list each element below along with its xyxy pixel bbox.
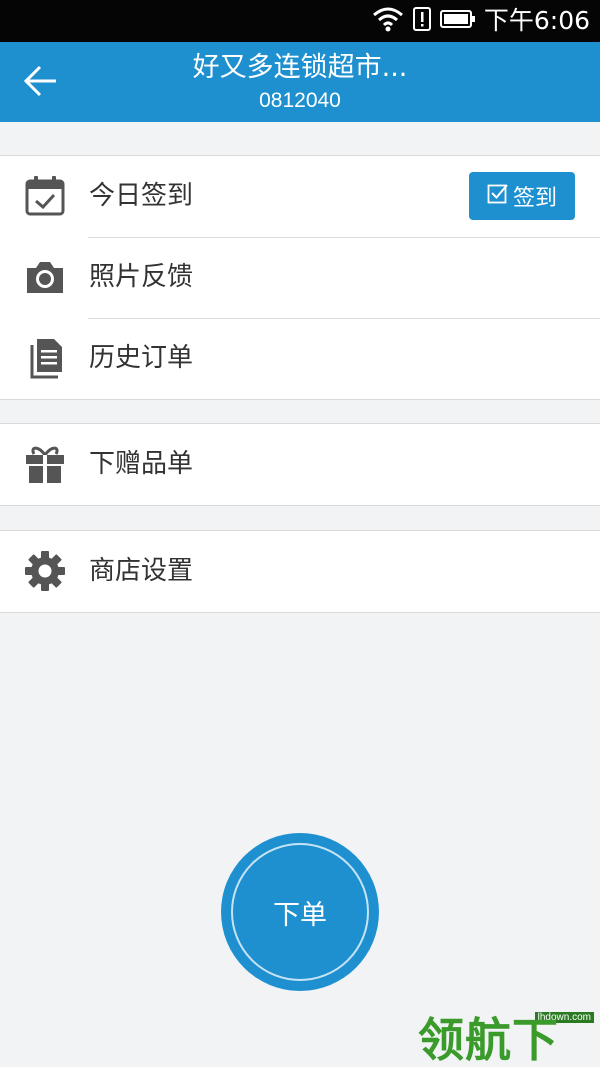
- gear-icon: [24, 550, 66, 592]
- menu-item-label: 今日签到: [89, 181, 194, 211]
- menu-item-label: 历史订单: [89, 343, 194, 373]
- place-order-button[interactable]: 下单: [221, 833, 379, 991]
- gift-icon: [24, 443, 66, 485]
- document-icon: [24, 337, 66, 379]
- place-order-label: 下单: [273, 899, 327, 931]
- page-title: 好又多连锁超市...: [192, 52, 408, 83]
- store-code: 0812040: [259, 89, 341, 112]
- checkbox-icon: [487, 182, 509, 210]
- checkin-button-label: 签到: [512, 186, 557, 211]
- status-icons: 下午6:06: [372, 0, 590, 42]
- menu-group-main: 今日签到 签到 照片反馈 历史订单: [0, 155, 600, 400]
- menu-group-settings: 商店设置: [0, 530, 600, 613]
- app-header: 好又多连锁超市... 0812040: [0, 42, 600, 122]
- status-bar: 下午6:06: [0, 0, 600, 42]
- menu-item-label: 照片反馈: [89, 262, 194, 292]
- menu-item-order-history[interactable]: 历史订单: [0, 318, 600, 399]
- menu-item-photo-feedback[interactable]: 照片反馈: [0, 237, 600, 318]
- menu-item-checkin[interactable]: 今日签到 签到: [0, 156, 600, 237]
- camera-icon: [24, 256, 66, 298]
- calendar-check-icon: [24, 175, 66, 217]
- status-time: 下午6:06: [483, 6, 590, 35]
- wifi-icon: [372, 6, 404, 36]
- menu-item-gift-order[interactable]: 下赠品单: [0, 424, 600, 505]
- menu-group-gift: 下赠品单: [0, 423, 600, 506]
- alert-icon: [412, 6, 432, 36]
- checkin-button[interactable]: 签到: [469, 172, 575, 220]
- arrow-left-icon: [23, 63, 59, 103]
- back-button[interactable]: [14, 56, 68, 110]
- menu-item-label: 商店设置: [89, 556, 194, 586]
- menu-item-store-settings[interactable]: 商店设置: [0, 531, 600, 612]
- watermark: lhdown.com 领航下载: [418, 1010, 600, 1067]
- battery-icon: [439, 9, 476, 33]
- watermark-text: 领航下载: [418, 1013, 559, 1067]
- menu-item-label: 下赠品单: [89, 449, 194, 479]
